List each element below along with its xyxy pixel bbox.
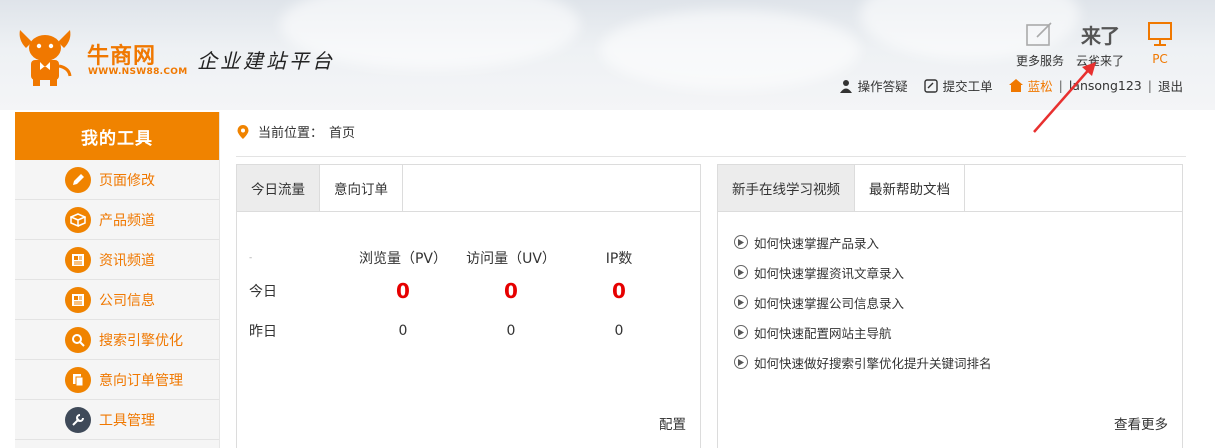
view-more-link[interactable]: 查看更多 (1114, 413, 1168, 433)
stats-header-ip: IP数 (605, 251, 633, 267)
sidebar-item-news[interactable]: 资讯频道 (15, 240, 219, 280)
list-item[interactable]: 如何快速掌握产品录入 (734, 227, 992, 257)
ticket-label: 提交工单 (942, 79, 993, 94)
divider (236, 156, 1186, 157)
row-label: 昨日 (249, 324, 277, 340)
sidebar-item-page-edit[interactable]: 页面修改 (15, 160, 219, 200)
news-icon (65, 246, 91, 273)
play-icon (734, 295, 748, 309)
breadcrumb-current[interactable]: 首页 (329, 122, 355, 141)
today-uv: 0 (504, 279, 518, 303)
user-icon (839, 79, 852, 93)
logo-text: 牛商网 (87, 44, 157, 69)
logo-subtitle: WWW.NSW88.COM (88, 67, 188, 77)
list-item[interactable]: 如何快速掌握资讯文章录入 (734, 257, 992, 287)
today-pv: 0 (396, 279, 410, 303)
play-icon (734, 355, 748, 369)
user-bar: 操作答疑 提交工单 蓝松 | lansong123 | 退出 (823, 76, 1183, 95)
sidebar-item-label: 页面修改 (99, 172, 155, 189)
row-label: 今日 (249, 284, 277, 300)
yesterday-ip: 0 (614, 323, 624, 339)
table-row: 昨日 0 0 0 (249, 311, 673, 351)
tab-today-traffic[interactable]: 今日流量 (237, 165, 320, 211)
sidebar-item-label: 资讯频道 (99, 252, 155, 269)
play-icon (734, 235, 748, 249)
location-pin-icon (237, 124, 249, 139)
slogan: 企业建站平台 (197, 49, 335, 73)
edit-box-icon (1026, 22, 1052, 46)
help-panel: 新手在线学习视频 最新帮助文档 如何快速掌握产品录入 如何快速掌握资讯文章录入 … (717, 164, 1183, 448)
traffic-panel: 今日流量 意向订单 - 浏览量（PV） 访问量（UV） IP数 今日 0 0 0… (236, 164, 701, 448)
traffic-stats: - 浏览量（PV） 访问量（UV） IP数 今日 0 0 0 昨日 0 0 0 (249, 245, 673, 351)
play-icon (734, 325, 748, 339)
sidebar-item-label: 产品频道 (99, 212, 155, 229)
help-label: 操作答疑 (857, 79, 908, 94)
laile-icon: 来了 (1081, 23, 1120, 48)
annotation-arrow-icon (1033, 62, 1096, 133)
sidebar: 我的工具 页面修改 产品频道 资讯频道 公司信息 搜索引擎优化 意向订单管理 工… (15, 112, 220, 448)
help-links: 如何快速掌握产品录入 如何快速掌握资讯文章录入 如何快速掌握公司信息录入 如何快… (734, 227, 992, 377)
sidebar-item-label: 公司信息 (99, 292, 155, 309)
header-cloud (600, 10, 860, 90)
monitor-icon (1148, 22, 1172, 46)
wrench-icon (65, 406, 91, 433)
pencil-icon (65, 166, 91, 193)
ticket-icon (923, 78, 938, 93)
yesterday-pv: 0 (398, 323, 408, 339)
play-icon (734, 265, 748, 279)
logout-link[interactable]: 退出 (1158, 76, 1183, 95)
ticket-link[interactable]: 提交工单 (923, 76, 993, 95)
stats-header-pv: 浏览量（PV） (358, 251, 448, 267)
traffic-tabs: 今日流量 意向订单 (237, 165, 700, 212)
sidebar-item-orders[interactable]: 意向订单管理 (15, 360, 219, 400)
tab-orders[interactable]: 意向订单 (320, 165, 403, 211)
home-icon (1008, 79, 1023, 92)
stats-header-blank: - (249, 253, 253, 263)
yesterday-uv: 0 (506, 323, 516, 339)
tab-docs[interactable]: 最新帮助文档 (855, 165, 965, 211)
list-item[interactable]: 如何快速掌握公司信息录入 (734, 287, 992, 317)
sidebar-title: 我的工具 (15, 112, 219, 160)
list-item[interactable]: 如何快速做好搜索引擎优化提升关键词排名 (734, 347, 992, 377)
pc-button[interactable]: PC (1135, 18, 1185, 69)
sidebar-item-tools[interactable]: 工具管理 (15, 400, 219, 440)
help-link[interactable]: 操作答疑 (839, 76, 908, 95)
copy-icon (65, 366, 91, 393)
sidebar-item-company[interactable]: 公司信息 (15, 280, 219, 320)
sidebar-item-label: 工具管理 (99, 412, 155, 429)
news-icon (65, 286, 91, 313)
search-icon (65, 326, 91, 353)
box-icon (65, 206, 91, 233)
pc-label: PC (1152, 52, 1168, 66)
help-tabs: 新手在线学习视频 最新帮助文档 (718, 165, 1182, 212)
sidebar-item-label: 搜索引擎优化 (99, 332, 183, 349)
sidebar-item-products[interactable]: 产品频道 (15, 200, 219, 240)
bull-mascot-icon (19, 30, 72, 86)
table-row: 今日 0 0 0 (249, 271, 673, 311)
breadcrumb: 当前位置： 首页 (236, 122, 355, 141)
stats-header-uv: 访问量（UV） (466, 251, 556, 267)
list-item[interactable]: 如何快速配置网站主导航 (734, 317, 992, 347)
today-ip: 0 (612, 279, 626, 303)
sidebar-item-seo[interactable]: 搜索引擎优化 (15, 320, 219, 360)
tab-videos[interactable]: 新手在线学习视频 (718, 165, 855, 211)
sidebar-item-label: 意向订单管理 (99, 372, 183, 389)
config-link[interactable]: 配置 (659, 413, 686, 433)
breadcrumb-prefix: 当前位置： (258, 126, 324, 141)
